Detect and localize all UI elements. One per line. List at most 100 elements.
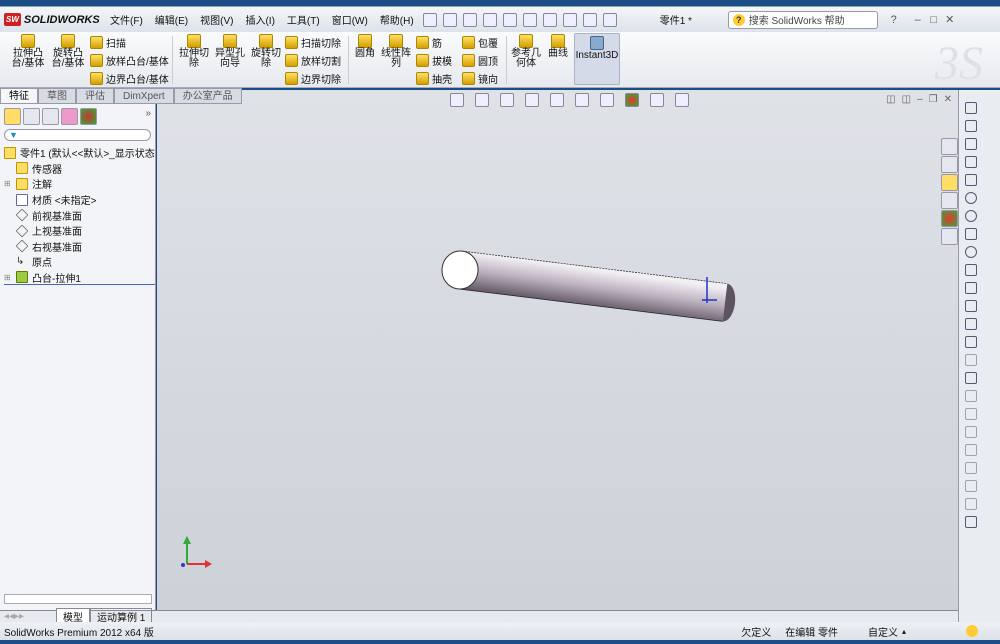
loft-cut-button[interactable]: 放样切割 <box>285 52 341 68</box>
offset-icon[interactable] <box>965 390 977 402</box>
tab-evaluate[interactable]: 评估 <box>76 88 114 104</box>
menu-edit[interactable]: 编辑(E) <box>149 12 194 27</box>
cylinder-model[interactable] <box>440 249 737 323</box>
graphics-viewport[interactable]: ◫ ◫ – ❐ ✕ <box>157 90 958 610</box>
pin-icon[interactable] <box>422 12 437 27</box>
file-properties-icon[interactable] <box>582 12 597 27</box>
tab-sketch[interactable]: 草图 <box>38 88 76 104</box>
tree-item-boss-extrude1[interactable]: ⊞ 凸台-拉伸1 <box>4 270 155 286</box>
menu-view[interactable]: 视图(V) <box>194 12 239 27</box>
dimxpert-manager-tab-icon[interactable] <box>61 108 78 125</box>
curves-button[interactable]: 曲线 <box>544 32 572 59</box>
tree-item-origin[interactable]: ↳ 原点 <box>4 254 155 270</box>
slot-icon[interactable] <box>965 174 977 186</box>
move-icon[interactable] <box>965 444 977 456</box>
options-icon[interactable] <box>602 12 617 27</box>
pattern-icon[interactable] <box>965 426 977 438</box>
ellipse-icon[interactable] <box>965 246 977 258</box>
view-palette-icon[interactable] <box>941 192 958 209</box>
rebuild-status-icon[interactable] <box>966 625 978 637</box>
configuration-manager-tab-icon[interactable] <box>42 108 59 125</box>
shell-button[interactable]: 抽壳 <box>416 70 452 86</box>
horizontal-scrollbar[interactable] <box>4 594 152 604</box>
home-icon[interactable] <box>941 138 958 155</box>
undo-icon[interactable] <box>522 12 537 27</box>
line-icon[interactable] <box>965 138 977 150</box>
tree-item-annotations[interactable]: ⊞ 注解 <box>4 176 155 192</box>
repair-sketch-icon[interactable] <box>965 480 977 492</box>
design-library-icon[interactable] <box>941 156 958 173</box>
boundary-cut-button[interactable]: 边界切除 <box>285 70 341 86</box>
boundary-boss-button[interactable]: 边界凸台/基体 <box>90 70 169 86</box>
smart-dimension-icon[interactable] <box>965 120 977 132</box>
select-icon[interactable] <box>542 12 557 27</box>
tree-item-top-plane[interactable]: 上视基准面 <box>4 223 155 239</box>
point-icon[interactable] <box>965 300 977 312</box>
tree-item-material[interactable]: 材质 <未指定> <box>4 192 155 208</box>
convert-entities-icon[interactable] <box>965 372 977 384</box>
maximize-button[interactable]: □ <box>926 14 942 26</box>
tab-scroll-arrows[interactable]: ◂◂▸▸ <box>0 611 56 622</box>
sweep-button[interactable]: 扫描 <box>90 34 126 50</box>
polygon-icon[interactable] <box>965 282 977 294</box>
menu-window[interactable]: 窗口(W) <box>326 12 374 27</box>
draft-button[interactable]: 拔模 <box>416 52 452 68</box>
tab-features[interactable]: 特征 <box>0 88 38 104</box>
expand-icon[interactable]: ⊞ <box>4 179 12 188</box>
fillet-button[interactable]: 圆角 <box>352 32 378 59</box>
help-icon[interactable]: ? <box>886 14 902 26</box>
help-search-input[interactable]: ? 搜索 SolidWorks 帮助 <box>727 10 878 29</box>
trim-icon[interactable] <box>965 354 977 366</box>
loft-button[interactable]: 放样凸台/基体 <box>90 52 169 68</box>
revolve-boss-button[interactable]: 旋转凸台/基体 <box>48 32 88 69</box>
save-icon[interactable] <box>482 12 497 27</box>
open-file-icon[interactable] <box>462 12 477 27</box>
wrap-button[interactable]: 包覆 <box>462 34 498 50</box>
tree-filter-input[interactable]: ▼ <box>4 129 151 141</box>
dome-button[interactable]: 圆顶 <box>462 52 498 68</box>
rectangle-icon[interactable] <box>965 156 977 168</box>
tree-root-part[interactable]: 零件1 (默认<<默认>_显示状态 <box>4 145 155 161</box>
file-explorer-icon[interactable] <box>941 174 958 191</box>
mirror-button[interactable]: 镜向 <box>462 70 498 86</box>
instant3d-button[interactable]: Instant3D <box>574 33 620 85</box>
spline-icon[interactable] <box>965 228 977 240</box>
menu-help[interactable]: 帮助(H) <box>374 12 420 27</box>
print-icon[interactable] <box>502 12 517 27</box>
quick-snaps-icon[interactable] <box>965 498 977 510</box>
circle-icon[interactable] <box>965 192 977 204</box>
tab-office-products[interactable]: 办公室产品 <box>173 88 242 104</box>
mirror-sketch-icon[interactable] <box>965 408 977 420</box>
display-manager-tab-icon[interactable] <box>80 108 97 125</box>
menu-file[interactable]: 文件(F) <box>104 12 149 27</box>
units-selector[interactable]: 自定义 <box>868 624 898 639</box>
extrude-boss-button[interactable]: 拉伸凸台/基体 <box>8 32 48 69</box>
sweep-cut-button[interactable]: 扫描切除 <box>285 34 341 50</box>
minimize-button[interactable]: – <box>910 14 926 26</box>
tab-dimxpert[interactable]: DimXpert <box>114 88 174 104</box>
arc-icon[interactable] <box>965 210 977 222</box>
new-file-icon[interactable] <box>442 12 457 27</box>
hole-wizard-button[interactable]: 异型孔向导 <box>212 32 248 69</box>
expand-chevron-icon[interactable]: » <box>145 108 151 125</box>
tree-item-right-plane[interactable]: 右视基准面 <box>4 239 155 255</box>
rib-button[interactable]: 筋 <box>416 34 442 50</box>
expand-icon[interactable]: ⊞ <box>4 273 12 282</box>
plane-sketch-icon[interactable] <box>965 318 977 330</box>
rebuild-icon[interactable] <box>562 12 577 27</box>
tree-item-front-plane[interactable]: 前视基准面 <box>4 207 155 223</box>
rapid-sketch-icon[interactable] <box>965 516 977 528</box>
solidworks-logo[interactable]: SW SOLIDWORKS <box>4 9 104 31</box>
revolve-cut-button[interactable]: 旋转切除 <box>248 32 284 69</box>
menu-insert[interactable]: 插入(I) <box>239 12 280 27</box>
custom-properties-icon[interactable] <box>941 228 958 245</box>
menu-tools[interactable]: 工具(T) <box>281 12 326 27</box>
fillet-sketch-icon[interactable] <box>965 264 977 276</box>
feature-manager-tab-icon[interactable] <box>4 108 21 125</box>
extrude-cut-button[interactable]: 拉伸切除 <box>176 32 212 69</box>
sketch-icon[interactable] <box>965 102 977 114</box>
property-manager-tab-icon[interactable] <box>23 108 40 125</box>
units-chevron-icon[interactable]: ▴ <box>902 627 906 636</box>
linear-pattern-button[interactable]: 线性阵列 <box>380 32 412 69</box>
relations-icon[interactable] <box>965 462 977 474</box>
